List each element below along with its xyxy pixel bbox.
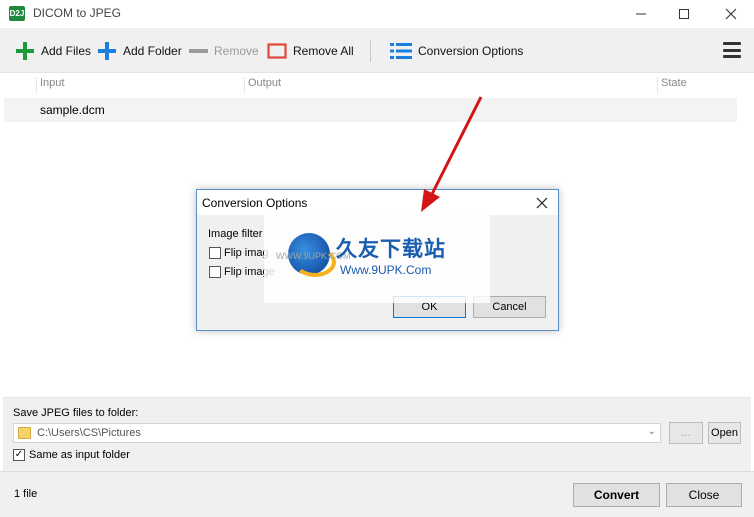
output-panel: Save JPEG files to folder: C:\Users\CS\P… <box>3 397 751 471</box>
close-window-button[interactable] <box>708 0 754 28</box>
toolbar-separator <box>370 40 371 62</box>
toolbar: Add Files Add Folder Remove Remove All C… <box>0 28 754 73</box>
window-title: DICOM to JPEG <box>33 6 122 20</box>
minus-icon <box>189 49 208 53</box>
list-icon <box>390 43 412 59</box>
scrollbar-track[interactable] <box>738 98 751 397</box>
conversion-options-label: Conversion Options <box>418 44 524 58</box>
app-window: D2J DICOM to JPEG Add Files Add Folder R… <box>0 0 754 517</box>
same-as-input-label: Same as input folder <box>29 449 130 461</box>
remove-button[interactable]: Remove <box>188 38 259 64</box>
output-folder-path: C:\Users\CS\Pictures <box>37 427 141 439</box>
remove-all-label: Remove All <box>293 44 354 58</box>
output-folder-combobox[interactable]: C:\Users\CS\Pictures ⌄ <box>13 423 661 443</box>
add-files-label: Add Files <box>41 44 92 58</box>
column-divider <box>244 77 245 93</box>
column-header-input[interactable]: Input <box>40 77 64 89</box>
status-bar: 1 file Convert Close <box>0 471 754 517</box>
row-input-cell: sample.dcm <box>40 103 105 117</box>
column-header-output[interactable]: Output <box>248 77 281 89</box>
minimize-button[interactable] <box>618 0 664 28</box>
file-count-status: 1 file <box>14 488 38 500</box>
same-as-input-option[interactable]: ✓ Same as input folder <box>13 449 130 461</box>
table-row[interactable]: sample.dcm <box>4 98 737 122</box>
save-folder-label: Save JPEG files to folder: <box>13 407 139 419</box>
title-bar: D2J DICOM to JPEG <box>0 0 754 28</box>
app-logo-icon: D2J <box>9 6 25 21</box>
watermark: WWW.9UPK.COM 久友下载站 Www.9UPK.Com <box>264 215 490 303</box>
watermark-url: Www.9UPK.Com <box>340 263 432 277</box>
plus-green-icon <box>16 42 34 60</box>
conversion-options-button[interactable]: Conversion Options <box>390 38 523 64</box>
column-divider <box>36 77 37 93</box>
add-folder-label: Add Folder <box>123 44 182 58</box>
close-button[interactable]: Close <box>666 483 742 507</box>
flip-option-1[interactable]: Flip imag <box>209 247 269 259</box>
column-divider <box>657 77 658 93</box>
dialog-title-bar: Conversion Options <box>197 190 558 215</box>
image-filter-label: Image filter <box>208 228 263 240</box>
remove-label: Remove <box>214 44 259 58</box>
column-header-state[interactable]: State <box>661 77 687 89</box>
maximize-icon <box>679 9 689 19</box>
plus-blue-icon <box>98 42 116 60</box>
dialog-title: Conversion Options <box>202 196 308 210</box>
flip-option-2-checkbox[interactable] <box>209 266 221 278</box>
add-folder-button[interactable]: Add Folder <box>97 38 182 64</box>
remove-all-icon <box>267 43 287 59</box>
watermark-chinese-text: 久友下载站 <box>336 237 446 261</box>
dialog-close-icon[interactable] <box>536 197 548 209</box>
chevron-down-icon[interactable]: ⌄ <box>648 426 656 437</box>
open-folder-button[interactable]: Open <box>708 422 741 444</box>
convert-button[interactable]: Convert <box>573 483 660 507</box>
minimize-icon <box>636 13 646 15</box>
close-icon <box>725 8 737 20</box>
maximize-button[interactable] <box>661 0 707 28</box>
add-files-button[interactable]: Add Files <box>15 38 91 64</box>
flip-option-1-checkbox[interactable] <box>209 247 221 259</box>
remove-all-button[interactable]: Remove All <box>267 38 354 64</box>
same-as-input-checkbox[interactable]: ✓ <box>13 449 25 461</box>
folder-icon <box>18 427 31 439</box>
menu-icon[interactable] <box>723 42 741 58</box>
browse-button[interactable]: ... <box>669 422 703 444</box>
flip-option-1-label: Flip imag <box>224 247 269 259</box>
